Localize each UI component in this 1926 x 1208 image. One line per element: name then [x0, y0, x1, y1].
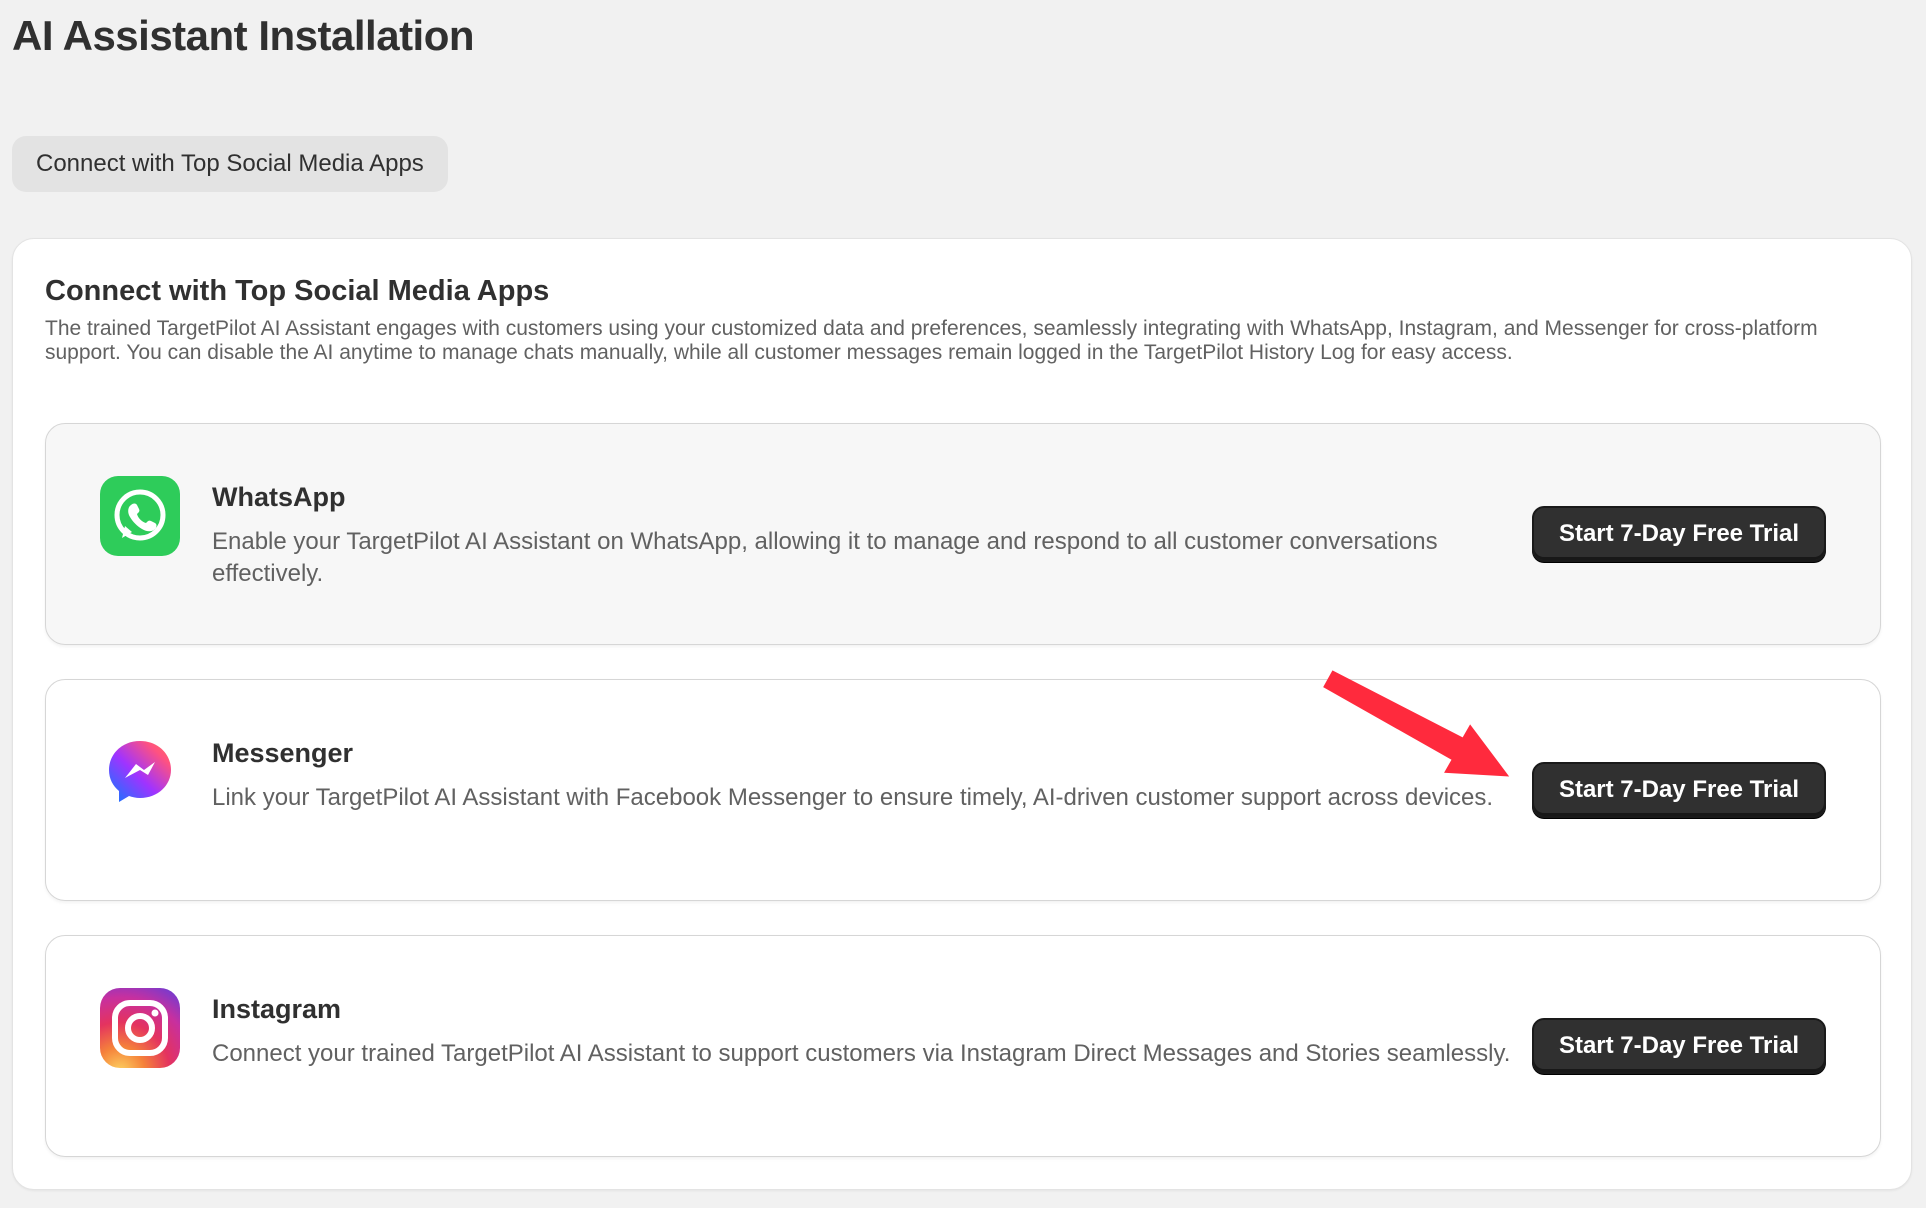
- start-trial-button-instagram[interactable]: Start 7-Day Free Trial: [1532, 1018, 1826, 1074]
- page-title: AI Assistant Installation: [12, 12, 475, 59]
- section-title: Connect with Top Social Media Apps: [45, 275, 550, 307]
- app-card-messenger: Messenger Link your TargetPilot AI Assis…: [45, 679, 1881, 901]
- whatsapp-icon: [100, 476, 180, 556]
- instagram-icon: [100, 988, 180, 1068]
- main-card: Connect with Top Social Media Apps The t…: [12, 238, 1912, 1190]
- app-description-instagram: Connect your trained TargetPilot AI Assi…: [212, 1040, 1511, 1067]
- app-card-instagram: Instagram Connect your trained TargetPil…: [45, 935, 1881, 1157]
- start-trial-button-whatsapp[interactable]: Start 7-Day Free Trial: [1532, 506, 1826, 562]
- app-name-messenger: Messenger: [212, 738, 354, 768]
- app-card-whatsapp: WhatsApp Enable your TargetPilot AI Assi…: [45, 423, 1881, 645]
- section-description: The trained TargetPilot AI Assistant eng…: [45, 317, 1818, 364]
- app-name-instagram: Instagram: [212, 994, 342, 1024]
- start-trial-button-messenger[interactable]: Start 7-Day Free Trial: [1532, 762, 1826, 818]
- tab-connect-social-apps[interactable]: Connect with Top Social Media Apps: [12, 136, 448, 192]
- app-description-messenger: Link your TargetPilot AI Assistant with …: [212, 784, 1494, 811]
- app-description-whatsapp: Enable your TargetPilot AI Assistant on …: [212, 528, 1438, 587]
- messenger-icon: [100, 732, 180, 812]
- app-name-whatsapp: WhatsApp: [212, 482, 346, 512]
